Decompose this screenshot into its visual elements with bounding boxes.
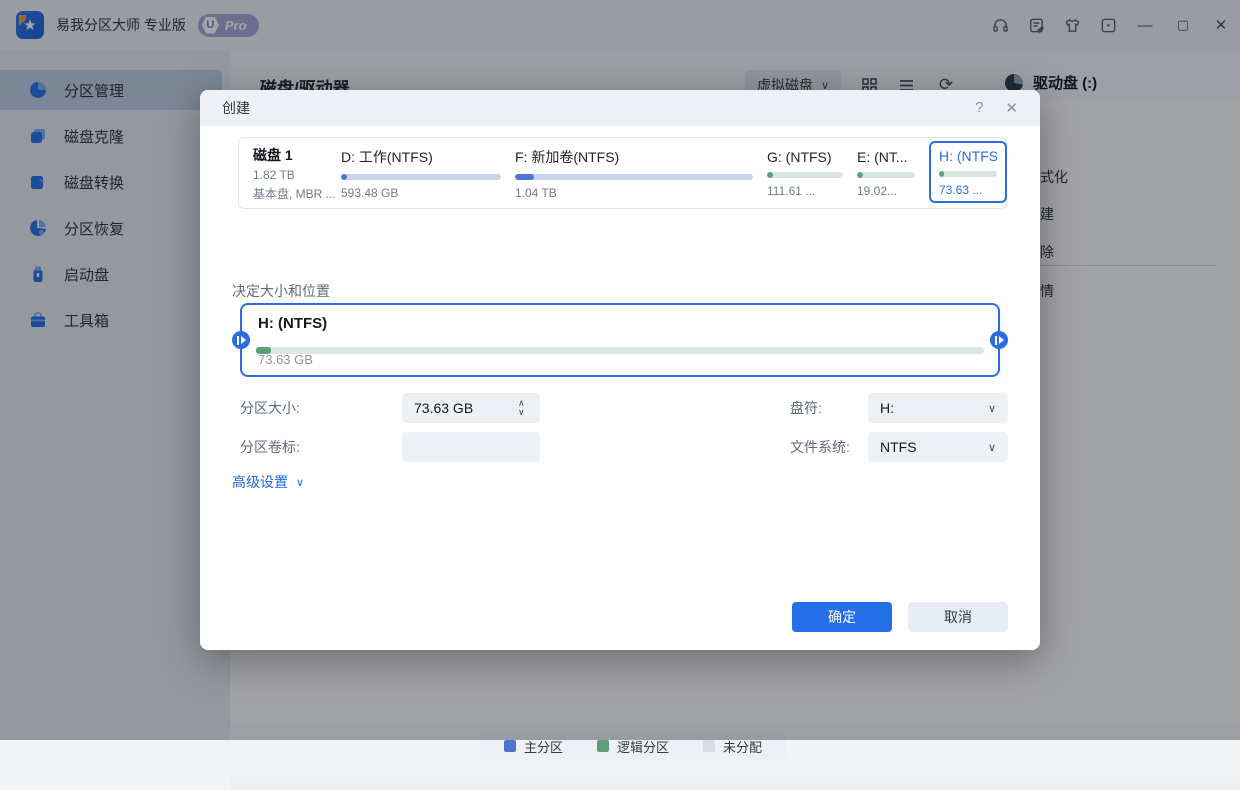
chevron-down-icon: ∨: [988, 441, 996, 454]
disk-map-partition-g[interactable]: G: (NTFS) 111.61 ...: [767, 149, 843, 198]
disk-map-partition-e[interactable]: E: (NT... 19.02...: [857, 149, 915, 198]
cancel-button[interactable]: 取消: [908, 602, 1008, 632]
partition-usage-bar: [939, 171, 997, 177]
partition-size-slider: H: (NTFS) 73.63 GB: [240, 303, 1000, 377]
primary-swatch-icon: [504, 740, 516, 752]
partition-size: 1.04 TB: [515, 186, 753, 200]
unallocated-swatch-icon: [703, 740, 715, 752]
disk-name: 磁盘 1: [253, 145, 341, 165]
disk-type: 基本盘, MBR ...: [253, 185, 341, 202]
partition-label: G: (NTFS): [767, 149, 843, 165]
filesystem-select[interactable]: NTFS ∨: [868, 432, 1008, 462]
partition-usage-bar: [857, 172, 915, 178]
chevron-down-icon: ∨: [296, 476, 304, 489]
disk-size: 1.82 TB: [253, 168, 341, 182]
disk-info: 磁盘 1 1.82 TB 基本盘, MBR ...: [249, 145, 341, 202]
advanced-settings-label: 高级设置: [232, 472, 288, 492]
partition-size-label: 分区大小:: [240, 393, 300, 423]
chevron-down-icon: ∨: [988, 402, 996, 415]
volume-label-label: 分区卷标:: [240, 432, 300, 462]
slider-partition-label: H: (NTFS): [258, 315, 327, 332]
partition-size: 111.61 ...: [767, 184, 843, 198]
drive-letter-label: 盘符:: [790, 393, 822, 423]
create-dialog: 创建 ? ✕ 磁盘 1 1.82 TB 基本盘, MBR ... D: 工作(N…: [200, 90, 1040, 650]
disk-map-partition-d[interactable]: D: 工作(NTFS) 593.48 GB: [341, 147, 501, 200]
drive-letter-value: H:: [880, 400, 894, 416]
partition-usage-bar: [767, 172, 843, 178]
dialog-header: 创建 ? ✕: [200, 90, 1040, 126]
filesystem-label: 文件系统:: [790, 432, 850, 462]
disk-map-partition-h-selected[interactable]: H: (NTFS) 73.63 ...: [929, 141, 1007, 203]
stepper-down-icon[interactable]: ∨: [518, 408, 525, 416]
slider-right-handle[interactable]: [990, 331, 1008, 349]
partition-usage-bar: [341, 174, 501, 180]
filesystem-value: NTFS: [880, 439, 917, 455]
slider-left-handle[interactable]: [232, 331, 250, 349]
dialog-title: 创建: [222, 98, 250, 118]
footer-strip: [230, 775, 1240, 790]
volume-label-input[interactable]: [402, 432, 540, 462]
size-section-label: 决定大小和位置: [232, 281, 330, 301]
slider-partition-size: 73.63 GB: [258, 352, 313, 367]
drive-letter-select[interactable]: H: ∨: [868, 393, 1008, 423]
partition-usage-bar: [515, 174, 753, 180]
stepper-up-icon[interactable]: ∧: [518, 399, 525, 407]
partition-label: H: (NTFS): [939, 148, 997, 164]
partition-size: 19.02...: [857, 184, 915, 198]
slider-usage-bar: [256, 347, 984, 354]
disk-map-partition-f[interactable]: F: 新加卷(NTFS) 1.04 TB: [515, 147, 753, 200]
dialog-close-icon[interactable]: ✕: [1005, 99, 1018, 117]
help-icon[interactable]: ?: [975, 99, 983, 117]
partition-label: D: 工作(NTFS): [341, 147, 501, 167]
size-stepper[interactable]: ∧∨: [518, 399, 525, 416]
partition-size: 73.63 ...: [939, 183, 997, 197]
ok-button[interactable]: 确定: [792, 602, 892, 632]
partition-label: F: 新加卷(NTFS): [515, 147, 753, 167]
logical-swatch-icon: [597, 740, 609, 752]
partition-label: E: (NT...: [857, 149, 915, 165]
advanced-settings-link[interactable]: 高级设置 ∨: [232, 472, 304, 492]
disk-map: 磁盘 1 1.82 TB 基本盘, MBR ... D: 工作(NTFS) 59…: [238, 137, 1007, 209]
partition-size: 593.48 GB: [341, 186, 501, 200]
